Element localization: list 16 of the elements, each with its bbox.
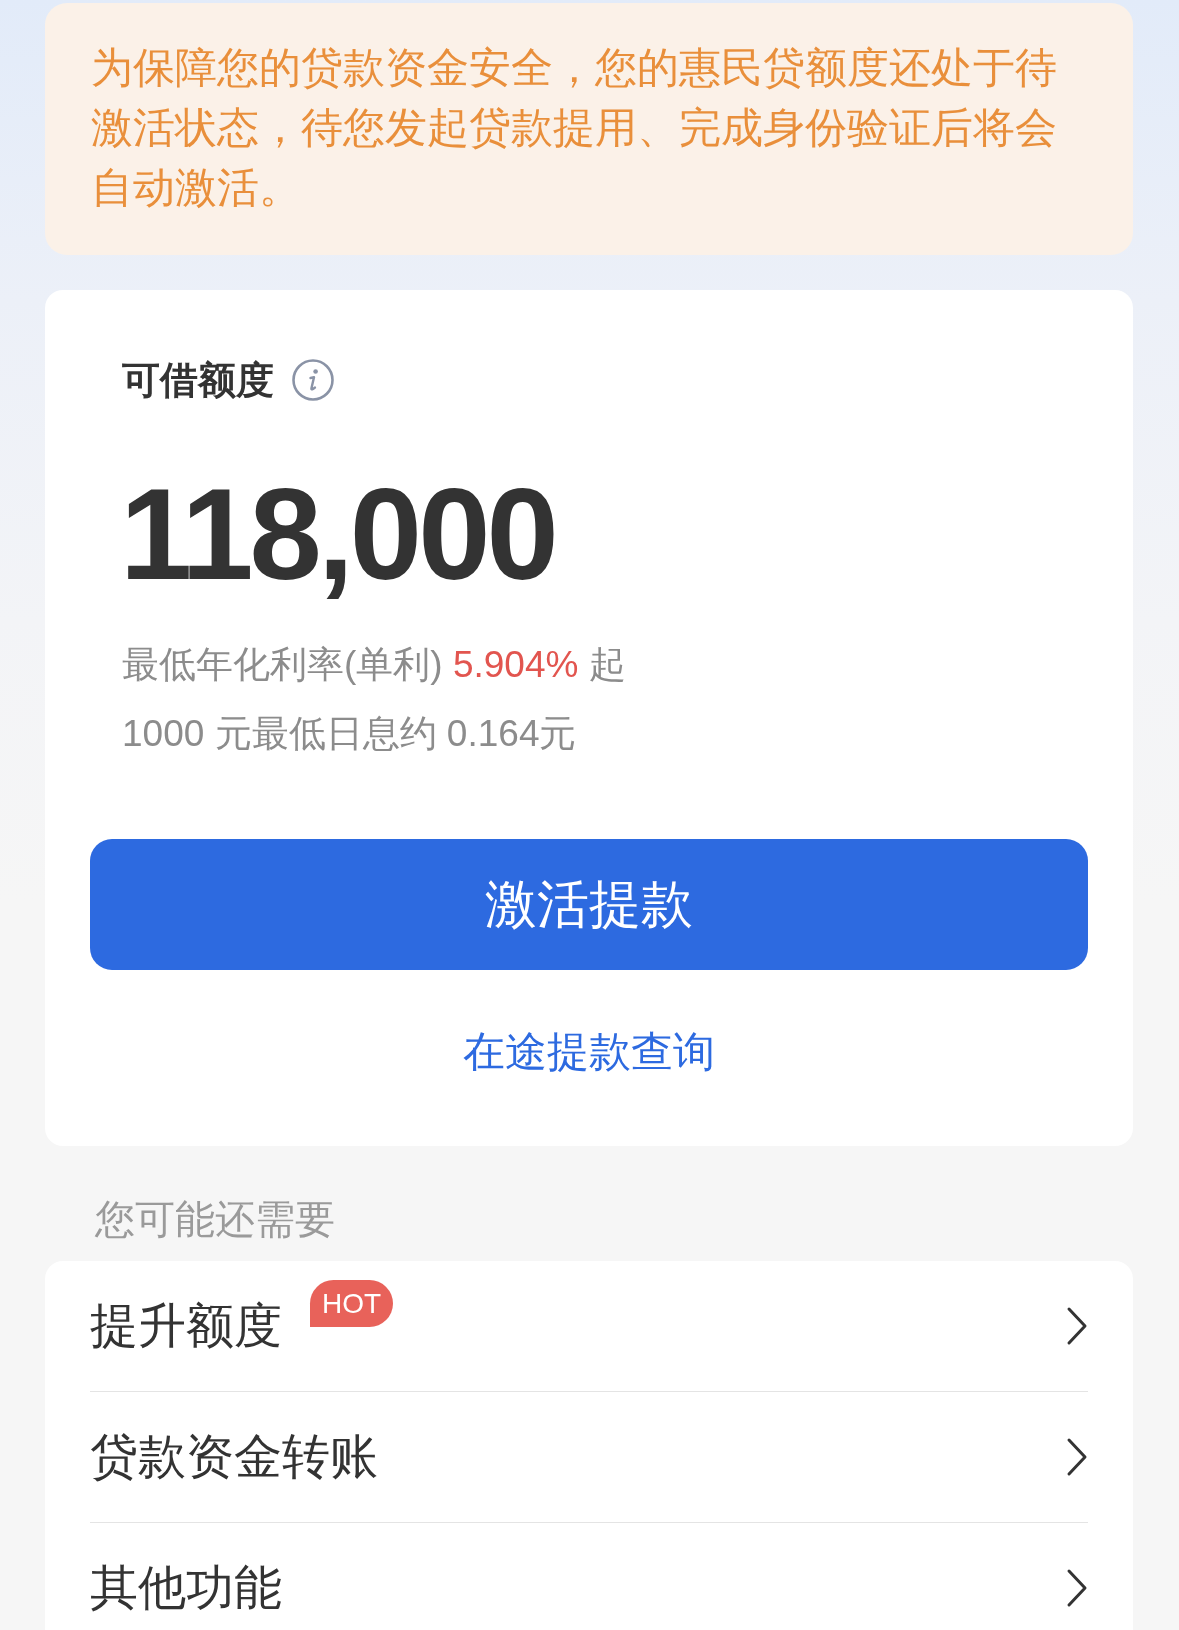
credit-label: 可借额度 <box>122 358 274 403</box>
chevron-right-icon <box>1066 1568 1088 1608</box>
menu-item[interactable]: 贷款资金转账 <box>90 1392 1088 1523</box>
section-title: 您可能还需要 <box>95 1196 335 1243</box>
rate-text: 最低年化利率(单利) 5.904% 起 <box>122 643 626 687</box>
notice-text: 为保障您的贷款资金安全，您的惠民贷额度还处于待激活状态，待您发起贷款提用、完成身份验证后将会自动激活。 <box>91 43 1058 213</box>
interest-text: 1000 元最低日息约 0.164元 <box>122 712 577 756</box>
info-icon[interactable] <box>292 359 334 401</box>
menu-item[interactable]: 其他功能 <box>90 1523 1088 1630</box>
query-link[interactable]: 在途提款查询 <box>463 1024 715 1080</box>
credit-amount: 118,000 <box>120 464 556 604</box>
activate-button[interactable]: 激活提款 <box>90 839 1088 970</box>
hot-badge: HOT <box>310 1280 394 1327</box>
chevron-right-icon <box>1066 1437 1088 1477</box>
chevron-right-icon <box>1066 1306 1088 1346</box>
menu-item[interactable]: 提升额度 HOT <box>90 1261 1088 1392</box>
